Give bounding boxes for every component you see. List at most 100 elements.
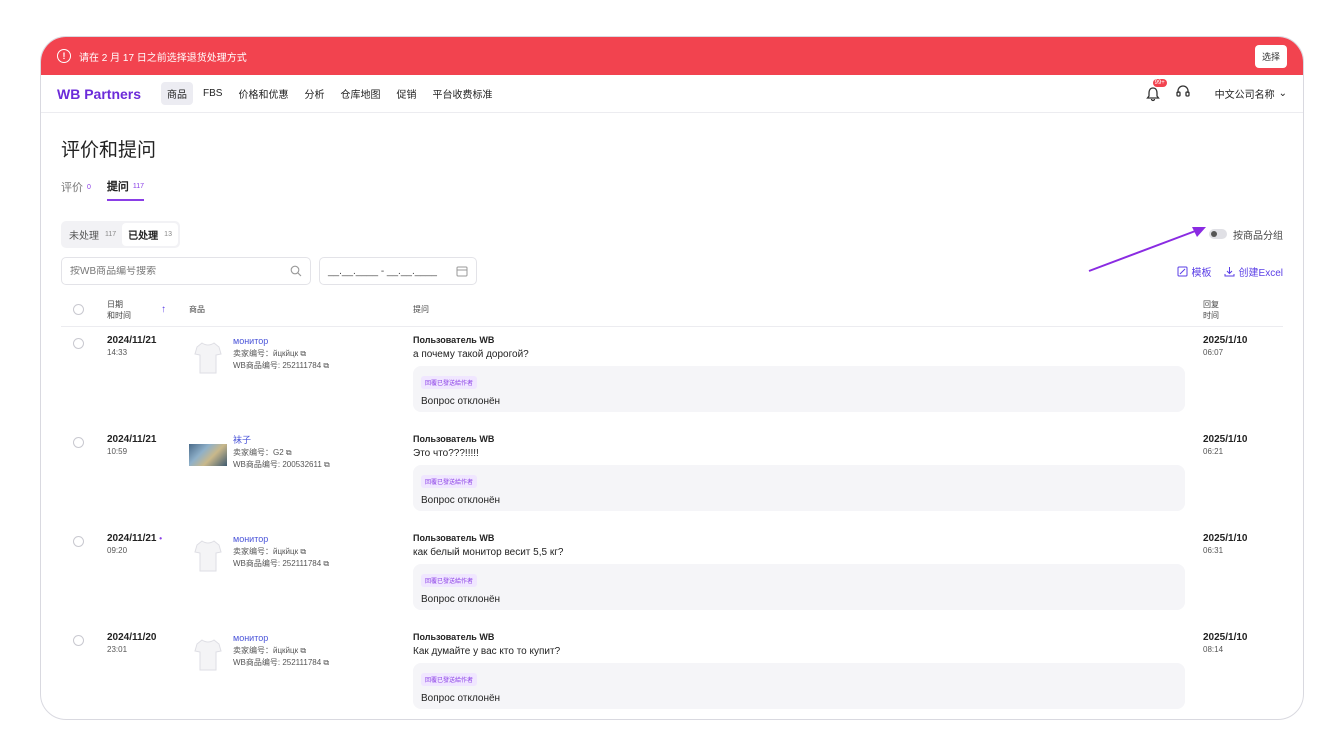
search-input[interactable] (70, 265, 290, 277)
wb-code: WB商品编号: 252111784 (233, 558, 322, 568)
question-date: 2024/11/21 (107, 335, 157, 346)
search-box (61, 257, 311, 285)
create-excel-button[interactable]: 创建Excel (1224, 264, 1283, 279)
info-icon: ! (57, 49, 71, 63)
nav-item-warehouse-map[interactable]: 仓库地图 (334, 82, 386, 105)
page-title: 评价和提问 (61, 140, 157, 161)
sort-up-icon[interactable]: ↑ (161, 304, 166, 315)
product-thumbnail[interactable] (189, 537, 227, 575)
segment-processed[interactable]: 已处理 13 (122, 222, 178, 246)
select-all-checkbox[interactable] (73, 304, 84, 315)
reply-status-tag: 回覆已發送給作者 (421, 574, 478, 587)
nav-item-fbs[interactable]: FBS (197, 84, 228, 103)
product-name-link[interactable]: монитор (233, 533, 329, 546)
logo[interactable]: WB Partners (57, 86, 141, 102)
answer-time: 08:14 (1203, 645, 1224, 654)
row-checkbox[interactable] (73, 635, 84, 646)
questions-table: 日期 和时间 ↑ 商品 提问 回复 时间 2024/11/21 14:33 мо… (61, 293, 1283, 719)
nav-item-promotions[interactable]: 促销 (390, 82, 422, 105)
reply-box[interactable]: 回覆已發送給作者 Вопрос отклонён (413, 564, 1185, 610)
table-row[interactable]: 2024/11/21 10:59 袜子 卖家编号：G2 ⧉ WB商品编号: 20… (61, 426, 1283, 525)
headset-icon (1175, 85, 1190, 97)
copy-icon[interactable]: ⧉ (300, 547, 306, 556)
company-selector[interactable]: 中文公司名称 ⌄ (1215, 86, 1287, 101)
reply-status-tag: 回覆已發送給作者 (421, 376, 478, 389)
tab-reviews[interactable]: 评价 0 (61, 178, 91, 201)
answer-time: 06:07 (1203, 348, 1224, 357)
status-segmented-control: 未处理 117 已处理 13 (61, 220, 180, 248)
toggle-label: 按商品分组 (1233, 230, 1283, 242)
product-thumbnail[interactable] (189, 444, 227, 466)
top-nav: WB Partners 商品 FBS 价格和优惠 分析 仓库地图 促销 平台收费… (41, 75, 1303, 113)
question-date: 2024/11/20 (107, 632, 157, 643)
table-row[interactable]: 2024/11/21 14:33 монитор 卖家编号：йцкйцк ⧉ W… (61, 327, 1283, 426)
answer-date: 2025/1/10 (1203, 533, 1248, 544)
nav-right: 99+ 中文公司名称 ⌄ (1145, 78, 1287, 103)
wb-code: WB商品编号: 252111784 (233, 360, 322, 370)
reply-box[interactable]: 回覆已發送給作者 Вопрос отклонён (413, 663, 1185, 709)
copy-icon[interactable]: ⧉ (300, 646, 306, 655)
question-text: как белый монитор весит 5,5 кг? (413, 547, 564, 558)
date-range-picker[interactable]: __.__.____ - __.__.____ (319, 257, 477, 285)
copy-icon[interactable]: ⧉ (300, 349, 306, 358)
product-name-link[interactable]: монитор (233, 335, 329, 348)
choose-button[interactable]: 选择 (1254, 44, 1287, 68)
segment-count: 117 (105, 230, 117, 238)
tshirt-icon (194, 342, 222, 374)
question-text: Это что???!!!!! (413, 448, 479, 459)
search-icon[interactable] (290, 265, 302, 277)
product-thumbnail[interactable] (189, 636, 227, 674)
question-time: 10:59 (107, 447, 128, 456)
nav-item-prices[interactable]: 价格和优惠 (232, 82, 294, 105)
app-window: ! 请在 2 月 17 日之前选择退货处理方式 选择 WB Partners 商… (40, 36, 1304, 720)
product-thumbnail[interactable] (189, 339, 227, 377)
seller-code: 卖家编号：йцкйцк (233, 646, 299, 656)
reply-text: Вопрос отклонён (421, 594, 501, 605)
nav-item-analytics[interactable]: 分析 (298, 82, 330, 105)
answer-date: 2025/1/10 (1203, 434, 1248, 445)
tab-label: 提问 (106, 181, 129, 193)
alert-banner: ! 请在 2 月 17 日之前选择退货处理方式 选择 (41, 37, 1303, 75)
nav-item-fees[interactable]: 平台收费标准 (426, 82, 498, 105)
reply-text: Вопрос отклонён (421, 693, 501, 704)
company-name: 中文公司名称 (1214, 90, 1275, 101)
table-header: 日期 和时间 ↑ 商品 提问 回复 时间 (61, 293, 1283, 327)
tshirt-icon (194, 540, 222, 572)
copy-icon[interactable]: ⧉ (323, 658, 329, 667)
notifications-button[interactable]: 99+ (1145, 78, 1167, 102)
reply-status-tag: 回覆已發送給作者 (421, 673, 478, 686)
product-name-link[interactable]: монитор (233, 632, 329, 645)
question-author: Пользователь WB (413, 632, 495, 642)
wb-code: WB商品编号: 252111784 (233, 657, 322, 667)
question-text: а почему такой дорогой? (413, 349, 529, 360)
reply-box[interactable]: 回覆已發送給作者 Вопрос отклонён (413, 366, 1185, 412)
bell-icon (1145, 86, 1160, 101)
answer-time: 06:31 (1203, 546, 1224, 555)
segment-unprocessed[interactable]: 未处理 117 (63, 223, 122, 246)
seller-code: 卖家编号：G2 (233, 448, 284, 458)
question-time: 09:20 (107, 546, 128, 555)
question-date: 2024/11/21 (107, 533, 157, 544)
group-by-product-toggle[interactable]: 按商品分组 (1209, 227, 1283, 242)
tabs: 评价 0 提问 117 (61, 178, 1283, 201)
copy-icon[interactable]: ⧉ (324, 460, 330, 469)
product-name-link[interactable]: 袜子 (233, 434, 330, 447)
table-row[interactable]: 2024/11/20 23:01 монитор 卖家编号：йцкйцк ⧉ W… (61, 624, 1283, 719)
row-checkbox[interactable] (73, 536, 84, 547)
reply-box[interactable]: 回覆已發送給作者 Вопрос отклонён (413, 465, 1185, 511)
support-button[interactable] (1175, 84, 1191, 103)
question-time: 14:33 (107, 348, 128, 357)
row-checkbox[interactable] (73, 437, 84, 448)
answer-date: 2025/1/10 (1203, 632, 1248, 643)
copy-icon[interactable]: ⧉ (286, 448, 292, 457)
copy-icon[interactable]: ⧉ (323, 559, 329, 568)
header-product: 商品 (189, 305, 205, 314)
row-checkbox[interactable] (73, 338, 84, 349)
copy-icon[interactable]: ⧉ (323, 361, 329, 370)
seller-code: 卖家编号：йцкйцк (233, 349, 299, 359)
chevron-down-icon: ⌄ (1278, 88, 1287, 99)
tab-questions[interactable]: 提问 117 (106, 178, 145, 201)
date-range-value: __.__.____ - __.__.____ (328, 265, 437, 277)
nav-item-products[interactable]: 商品 (161, 82, 194, 105)
table-row[interactable]: 2024/11/21 • 09:20 монитор 卖家编号：йцкйцк ⧉… (61, 525, 1283, 624)
